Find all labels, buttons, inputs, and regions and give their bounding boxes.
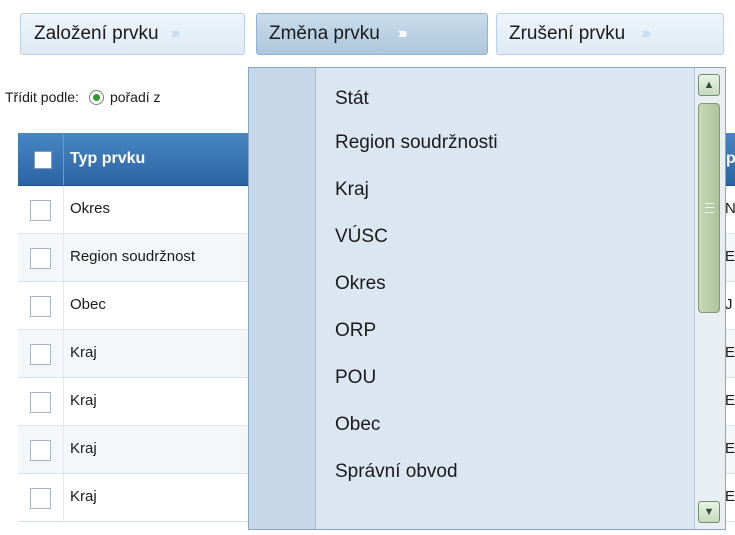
select-all-checkbox[interactable] <box>34 151 52 169</box>
column-divider <box>63 426 64 473</box>
sort-row: Třídit podle: pořadí z <box>5 89 161 105</box>
dropdown-item[interactable]: Kraj <box>335 179 369 201</box>
row-col2: E <box>725 392 735 409</box>
row-checkbox[interactable] <box>30 392 51 413</box>
row-checkbox[interactable] <box>30 488 51 509</box>
sort-label: Třídit podle: <box>5 89 79 105</box>
column-divider <box>63 378 64 425</box>
cancel-element-tab[interactable]: Zrušení prvku ››› <box>496 13 724 55</box>
row-type: Kraj <box>70 344 97 361</box>
row-type: Region soudržnost <box>70 248 196 265</box>
chevron-right-icon: ››› <box>170 25 181 42</box>
dropdown-item[interactable]: Region soudržnosti <box>335 132 498 154</box>
column-divider <box>63 474 64 521</box>
dropdown-item[interactable]: VÚSC <box>335 226 388 248</box>
cancel-element-label: Zrušení prvku <box>509 23 626 44</box>
row-col2: E <box>725 440 735 457</box>
dropdown-item[interactable]: POU <box>335 367 376 389</box>
grip-icon <box>705 203 714 213</box>
row-type: Kraj <box>70 392 97 409</box>
scrollbar-thumb[interactable] <box>698 103 720 313</box>
row-type: Kraj <box>70 488 97 505</box>
column-divider <box>63 330 64 377</box>
row-col2: E <box>725 248 735 265</box>
row-checkbox[interactable] <box>30 296 51 317</box>
chevron-right-icon: ››› <box>641 25 651 42</box>
change-element-tab[interactable]: Změna prvku ››› <box>256 13 488 55</box>
column-divider <box>63 133 64 185</box>
change-element-label: Změna prvku <box>269 23 380 44</box>
change-element-dropdown: Stát Region soudržnosti Kraj VÚSC Okres ORP PO… <box>248 67 726 530</box>
dropdown-item[interactable]: Stát <box>335 88 369 110</box>
column-divider <box>63 234 64 281</box>
row-col2: E <box>725 344 735 361</box>
arrow-down-icon[interactable]: ▼ <box>698 501 720 523</box>
chevron-right-icon: ››› <box>397 25 408 42</box>
row-checkbox[interactable] <box>30 200 51 221</box>
create-element-tab[interactable]: Založení prvku ››› <box>20 13 245 55</box>
row-type: Kraj <box>70 440 97 457</box>
dropdown-item[interactable]: ORP <box>335 320 376 342</box>
header-col2[interactable]: p <box>726 150 735 168</box>
create-element-label: Založení prvku <box>34 23 159 44</box>
arrow-up-icon[interactable]: ▲ <box>698 74 720 96</box>
header-type[interactable]: Typ prvku <box>70 150 145 168</box>
row-col2: J <box>725 296 733 313</box>
dropdown-item[interactable]: Obec <box>335 414 380 436</box>
row-col2: E <box>725 488 735 505</box>
row-checkbox[interactable] <box>30 344 51 365</box>
column-divider <box>63 186 64 233</box>
row-checkbox[interactable] <box>30 440 51 461</box>
dropdown-item[interactable]: Správní obvod <box>335 461 458 483</box>
dropdown-gutter <box>249 68 316 529</box>
row-type: Obec <box>70 296 106 313</box>
dropdown-scrollbar[interactable]: ▲ ▼ <box>694 68 725 529</box>
sort-option-label: pořadí z <box>109 89 161 105</box>
row-checkbox[interactable] <box>30 248 51 269</box>
dropdown-item[interactable]: Okres <box>335 273 386 295</box>
row-col2: N <box>725 200 735 217</box>
sort-radio-button[interactable] <box>88 89 104 105</box>
row-type: Okres <box>70 200 111 217</box>
column-divider <box>63 282 64 329</box>
